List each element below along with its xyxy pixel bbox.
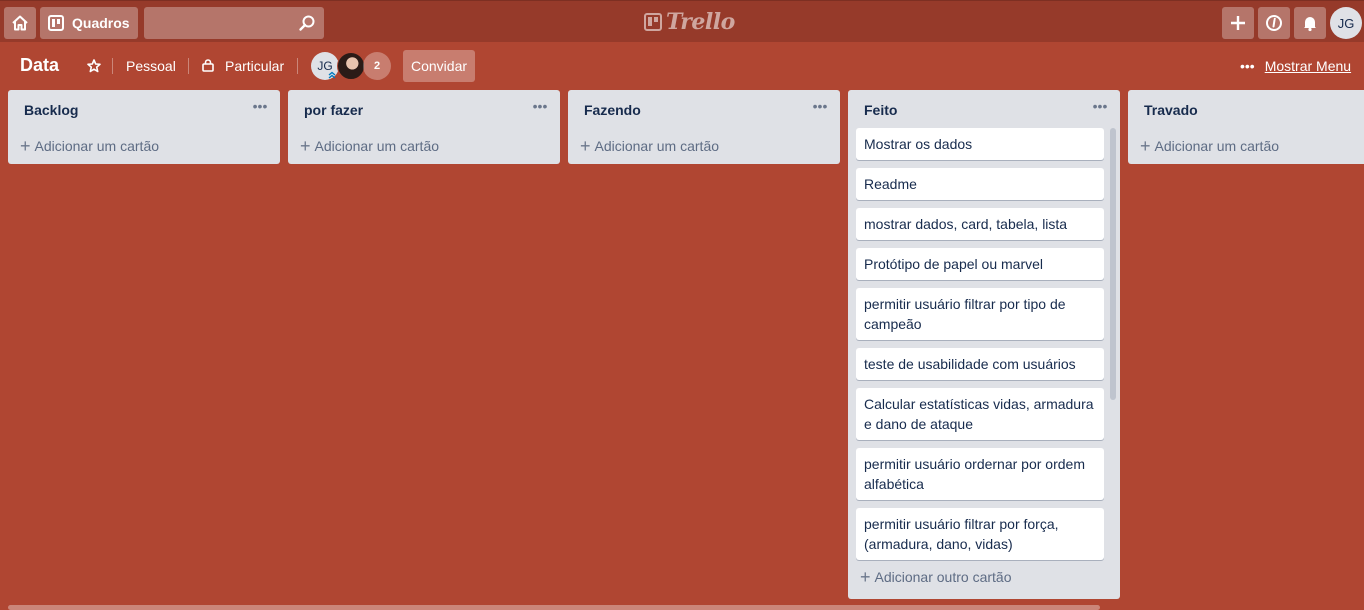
add-another-card-button[interactable]: + Adicionar outro cartão: [848, 559, 1023, 595]
search-icon[interactable]: [298, 14, 316, 32]
list-title[interactable]: por fazer: [304, 102, 363, 118]
home-button[interactable]: [4, 7, 36, 39]
add-card-label: Adicionar um cartão: [594, 138, 720, 154]
team-button[interactable]: Pessoal: [126, 58, 176, 74]
list-por-fazer: por fazer ••• + Adicionar um cartão: [288, 90, 560, 164]
card[interactable]: teste de usabilidade com usuários: [856, 348, 1104, 380]
plus-icon: +: [860, 567, 871, 587]
add-card-label: Adicionar um cartão: [314, 138, 440, 154]
trello-logo[interactable]: Trello: [644, 9, 735, 35]
logo-text: Trello: [666, 9, 735, 35]
list-travado: Travado + Adicionar um cartão: [1128, 90, 1364, 164]
list-menu-icon[interactable]: •••: [1090, 99, 1110, 120]
star-icon: [87, 59, 101, 73]
show-menu-button[interactable]: ••• Mostrar Menu: [1240, 57, 1351, 75]
list-backlog: Backlog ••• + Adicionar um cartão: [8, 90, 280, 164]
admin-badge-icon: [328, 71, 336, 79]
divider: [297, 58, 298, 74]
boards-icon: [48, 15, 64, 31]
card[interactable]: mostrar dados, card, tabela, lista: [856, 208, 1104, 240]
list-feito: Feito ••• Mostrar os dados Readme mostra…: [848, 90, 1120, 599]
add-card-label: Adicionar outro cartão: [874, 569, 1012, 585]
add-card-button[interactable]: + Adicionar um cartão: [8, 128, 280, 164]
list-title[interactable]: Feito: [864, 102, 897, 118]
list-menu-icon[interactable]: •••: [810, 99, 830, 120]
lock-icon: [202, 59, 214, 72]
add-card-button[interactable]: + Adicionar um cartão: [568, 128, 840, 164]
invite-button[interactable]: Convidar: [403, 50, 475, 82]
add-card-button[interactable]: + Adicionar um cartão: [288, 128, 560, 164]
list-title[interactable]: Travado: [1144, 102, 1198, 118]
plus-icon: [1231, 16, 1245, 30]
add-card-label: Adicionar um cartão: [34, 138, 160, 154]
card[interactable]: Protótipo de papel ou marvel: [856, 248, 1104, 280]
notifications-button[interactable]: [1294, 7, 1326, 39]
boards-label: Quadros: [72, 15, 130, 31]
list-scrollbar-thumb[interactable]: [1110, 128, 1116, 400]
info-icon: [1266, 15, 1282, 31]
user-avatar[interactable]: JG: [1330, 7, 1362, 39]
create-button[interactable]: [1222, 7, 1254, 39]
list-fazendo: Fazendo ••• + Adicionar um cartão: [568, 90, 840, 164]
add-card-button[interactable]: + Adicionar um cartão: [1128, 128, 1364, 164]
ellipsis-icon: •••: [1240, 58, 1255, 74]
card[interactable]: permitir usuário filtrar por tipo de cam…: [856, 288, 1104, 340]
list-title[interactable]: Fazendo: [584, 102, 641, 118]
star-button[interactable]: [84, 56, 104, 76]
card[interactable]: Readme: [856, 168, 1104, 200]
divider: [112, 58, 113, 74]
show-menu-label: Mostrar Menu: [1264, 58, 1352, 74]
plus-icon: +: [20, 136, 31, 156]
list-menu-icon[interactable]: •••: [530, 99, 550, 120]
bell-icon: [1304, 17, 1316, 32]
board-horizontal-scrollbar[interactable]: [8, 605, 1100, 610]
card[interactable]: permitir usuário ordernar por ordem alfa…: [856, 448, 1104, 500]
member-photo-avatar[interactable]: [337, 52, 365, 80]
search-box[interactable]: [144, 7, 324, 39]
home-icon: [12, 15, 28, 31]
add-card-label: Adicionar um cartão: [1154, 138, 1280, 154]
visibility-button[interactable]: Particular: [225, 58, 284, 74]
plus-icon: +: [300, 136, 311, 156]
list-scrollbar[interactable]: [1109, 128, 1117, 560]
list-menu-icon[interactable]: •••: [250, 99, 270, 120]
card[interactable]: Calcular estatísticas vidas, armadura e …: [856, 388, 1104, 440]
trello-logo-icon: [644, 13, 662, 31]
plus-icon: +: [580, 136, 591, 156]
search-input[interactable]: [144, 7, 324, 39]
top-header: Quadros Trello JG: [0, 0, 1364, 42]
card[interactable]: permitir usuário filtrar por força, (arm…: [856, 508, 1104, 560]
more-members-button[interactable]: 2: [363, 52, 391, 80]
board-title[interactable]: Data: [20, 55, 59, 76]
list-title[interactable]: Backlog: [24, 102, 78, 118]
plus-icon: +: [1140, 136, 1151, 156]
boards-button[interactable]: Quadros: [40, 7, 138, 39]
info-button[interactable]: [1258, 7, 1290, 39]
card[interactable]: Mostrar os dados: [856, 128, 1104, 160]
divider: [188, 58, 189, 74]
card-list: Mostrar os dados Readme mostrar dados, c…: [848, 128, 1120, 560]
